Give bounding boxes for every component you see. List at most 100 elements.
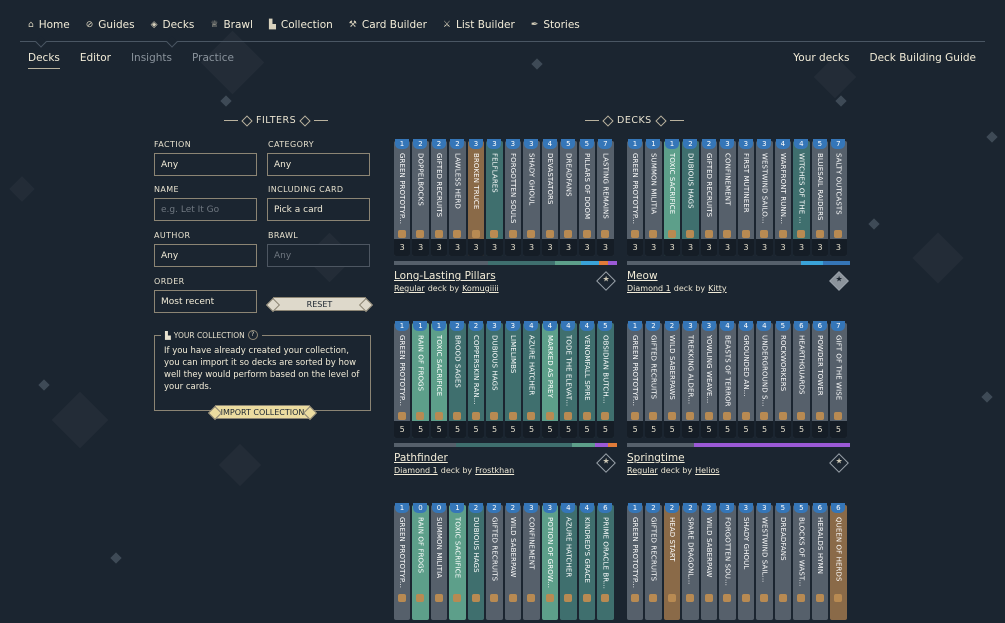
card[interactable]: 2 COPPERSKIN RAN... 5 (467, 321, 485, 438)
card[interactable]: 5 BLUESAIL RAIDERS 3 (811, 139, 829, 256)
card[interactable]: 2 SPARE DRAGONL... (682, 503, 699, 620)
deck-building-guide-link[interactable]: Deck Building Guide (869, 52, 976, 64)
order-select[interactable]: Most recent (154, 290, 257, 313)
nav-guides[interactable]: ⊘ Guides (78, 19, 143, 31)
deck-league-link[interactable]: Diamond 1 (394, 466, 438, 475)
card[interactable]: 4 DEVASTATORS 3 (541, 139, 559, 256)
deck-author-link[interactable]: Helios (695, 466, 719, 475)
card[interactable]: 1 GREEN PROTOTYP... 5 (627, 321, 644, 438)
card[interactable]: 2 LAWLESS HERD 3 (449, 139, 466, 256)
card[interactable]: 1 GREEN PROTOTYP... 3 (627, 139, 644, 256)
card[interactable]: 7 GIFT OF THE WISE 5 (830, 321, 847, 438)
card[interactable]: 1 SUMMON MILITIA 3 (645, 139, 662, 256)
card[interactable]: 7 LASTING REMAINS 3 (597, 139, 614, 256)
card[interactable]: 3 DUBIOUS HAGS 5 (486, 321, 503, 438)
card[interactable]: 6 QUEEN OF HERDS (830, 503, 847, 620)
card[interactable]: 4 MARKED AS PREY 5 (541, 321, 559, 438)
card[interactable]: 3 SHADY GHOUL (737, 503, 755, 620)
deck-league-link[interactable]: Regular (627, 466, 658, 475)
card[interactable]: 1 GREEN PROTOTYP... (394, 503, 411, 620)
card[interactable]: 3 TREKKING ALDER... 5 (682, 321, 699, 438)
card[interactable]: 5 BLOCKS OF WAST... (793, 503, 810, 620)
deck-tile[interactable]: 1 GREEN PROTOTYP... 3 1 SUMMON MILITIA 3 1 TOXI… (627, 139, 850, 293)
including-card-picker[interactable]: Pick a card (267, 198, 370, 221)
card[interactable]: 2 WILD SABERPAW (700, 503, 718, 620)
faction-select[interactable]: Any (154, 153, 257, 176)
card[interactable]: 7 SALTY OUTCASTS 3 (830, 139, 847, 256)
card[interactable]: 2 DUBIOUS HAGS 3 (682, 139, 699, 256)
card[interactable]: 4 AZURE HATCHER 5 (523, 321, 540, 438)
card[interactable]: 4 BEASTS OF TERROR 5 (719, 321, 736, 438)
deck-league-link[interactable]: Regular (394, 284, 425, 293)
name-input[interactable]: e.g. Let It Go (154, 198, 257, 221)
bookmark-star-icon[interactable]: ★ (829, 271, 849, 291)
card[interactable]: 2 GIFTED RECRUITS 3 (700, 139, 718, 256)
subnav-decks[interactable]: Decks (28, 52, 60, 69)
card[interactable]: 6 POWDER TOWER 5 (811, 321, 829, 438)
card[interactable]: 4 VENOMFALL SPIRE 5 (578, 321, 596, 438)
card[interactable]: 2 GIFTED RECRUITS 3 (430, 139, 448, 256)
card[interactable]: 1 TOXIC SACRIFICE 5 (430, 321, 448, 438)
card[interactable]: 1 GREEN PROTOTYP... (627, 503, 644, 620)
nav-list-builder[interactable]: ⚔ List Builder (435, 19, 523, 31)
deck-name-link[interactable]: Pathfinder (394, 452, 448, 464)
card[interactable]: 4 UNDERGROUND S... 5 (756, 321, 773, 438)
card[interactable]: 3 CONFINEMENT 3 (719, 139, 736, 256)
deck-author-link[interactable]: Frostkhan (475, 466, 514, 475)
card[interactable]: 2 HEAD START (663, 503, 681, 620)
card[interactable]: 3 CONFINEMENT (523, 503, 540, 620)
deck-tile[interactable]: 1 GREEN PROTOTYP... 2 GIFTED RECRUITS 2 HEAD … (627, 503, 849, 623)
nav-home[interactable]: ⌂ Home (20, 19, 78, 31)
card[interactable]: 5 OBSIDIAN BUTCH... 5 (597, 321, 614, 438)
nav-brawl[interactable]: ♕ Brawl (202, 19, 261, 31)
card[interactable]: 1 TOXIC SACRIFICE 3 (663, 139, 681, 256)
card[interactable]: 6 HEARTHGUARDS 5 (793, 321, 810, 438)
card[interactable]: 1 TOXIC SACRIFICE (449, 503, 466, 620)
deck-name-link[interactable]: Meow (627, 270, 658, 282)
subnav-insights[interactable]: Insights (131, 52, 172, 64)
nav-decks[interactable]: ◈ Decks (143, 19, 203, 31)
card[interactable]: 3 BROKEN TRUCE 3 (467, 139, 485, 256)
card[interactable]: 2 BROOD SAGES 5 (449, 321, 466, 438)
deck-author-link[interactable]: Komugiiii (462, 284, 499, 293)
nav-card-builder[interactable]: ⚒ Card Builder (341, 19, 435, 31)
card[interactable]: 3 LIMELIMBS 5 (504, 321, 522, 438)
card[interactable]: 4 AZURE HATCHER (560, 503, 577, 620)
card[interactable]: 3 FIRST MUTINEER 3 (737, 139, 755, 256)
card[interactable]: 3 FORGOTTEN SOU... (719, 503, 736, 620)
card[interactable]: 4 GROUNDED AN... 5 (737, 321, 755, 438)
import-collection-button[interactable]: IMPORT COLLECTION (215, 405, 310, 419)
card[interactable]: 2 GIFTED RECRUITS (645, 503, 662, 620)
card[interactable]: 2 DUBIOUS HAGS (467, 503, 485, 620)
nav-collection[interactable]: ▙ Collection (261, 19, 341, 31)
card[interactable]: 4 KINDRED'S GRACE (578, 503, 596, 620)
card[interactable]: 2 WILD SABERPAW (504, 503, 522, 620)
card[interactable]: 2 GIFTED RECRUITS 5 (645, 321, 662, 438)
deck-tile[interactable]: 1 GREEN PROTOTYP... 5 1 RAIN OF FROGS 5 1 TOXIC… (394, 321, 617, 475)
author-select[interactable]: Any (154, 244, 257, 267)
card[interactable]: 1 GREEN PROTOTYP... 3 (394, 139, 411, 256)
subnav-practice[interactable]: Practice (192, 52, 234, 64)
deck-name-link[interactable]: Springtime (627, 452, 685, 464)
card[interactable]: 5 DREADFANS (774, 503, 792, 620)
card[interactable]: 3 WESTWIND SAIL... (756, 503, 773, 620)
deck-name-link[interactable]: Long-Lasting Pillars (394, 270, 496, 282)
brawl-select[interactable]: Any (267, 244, 370, 267)
card[interactable]: 2 DOPPELBOCKS 3 (412, 139, 429, 256)
deck-league-link[interactable]: Diamond 1 (627, 284, 671, 293)
card[interactable]: 3 SHADY GHOUL 3 (523, 139, 540, 256)
deck-tile[interactable]: 1 GREEN PROTOTYP... 5 2 GIFTED RECRUITS 5 2 WIL… (627, 321, 850, 475)
card[interactable]: 4 TODE THE ELEVAT... 5 (560, 321, 577, 438)
bookmark-star-icon[interactable]: ★ (829, 453, 849, 473)
deck-tile[interactable]: 1 GREEN PROTOTYP... 3 2 DOPPELBOCKS 3 2 GIFTED … (394, 139, 617, 293)
card[interactable]: 3 POTION OF GROW... (541, 503, 559, 620)
card[interactable]: 3 WESTWIND SAILO... 3 (756, 139, 773, 256)
card[interactable]: 5 PILLARS OF DOOM 3 (578, 139, 596, 256)
nav-stories[interactable]: ✒ Stories (523, 19, 588, 31)
reset-button[interactable]: RESET (273, 297, 366, 311)
card[interactable]: 3 YOWLING WEAVE... 5 (700, 321, 718, 438)
card[interactable]: 5 ROCKWORKERS 5 (774, 321, 792, 438)
deck-author-link[interactable]: Kitty (708, 284, 726, 293)
your-decks-link[interactable]: Your decks (793, 52, 849, 64)
category-select[interactable]: Any (267, 153, 370, 176)
